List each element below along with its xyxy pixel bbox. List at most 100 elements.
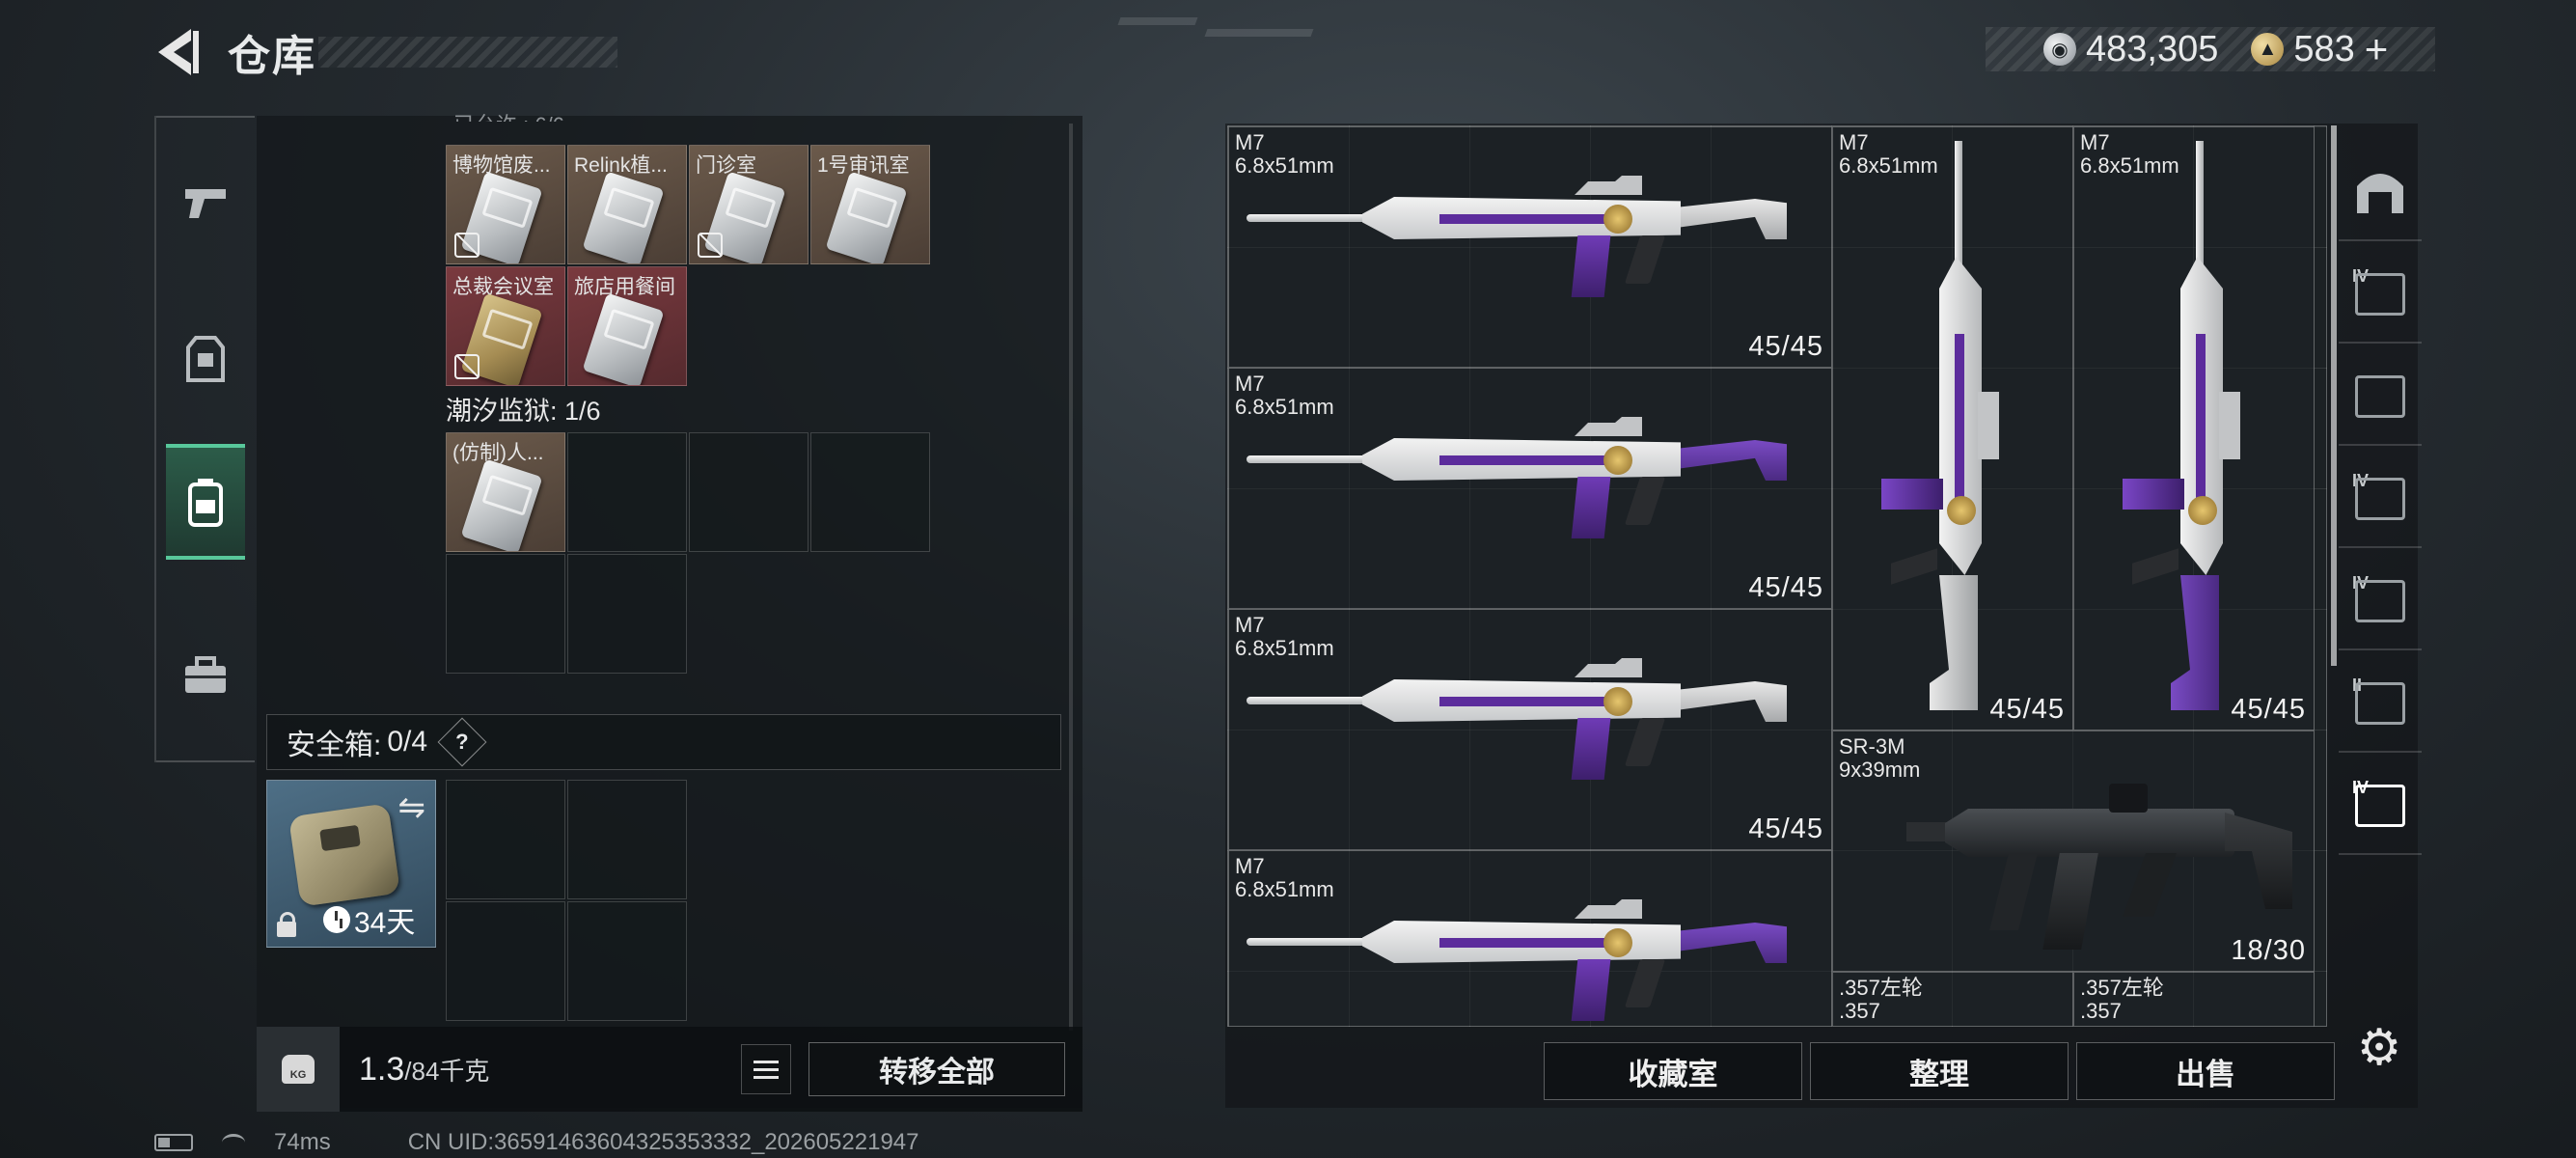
filter-tier-iv-gun-rack[interactable]: IV — [2339, 758, 2422, 855]
clock-icon — [323, 906, 350, 933]
armor-storage-icon — [2355, 273, 2405, 316]
silver-coin-icon: ◉ — [2043, 33, 2076, 66]
empty-slot[interactable] — [567, 554, 687, 674]
no-drop-icon — [454, 354, 480, 379]
item-label: 1号审讯室 — [817, 154, 910, 177]
rail-backpack[interactable] — [166, 444, 245, 560]
weight-icon-text: KG — [282, 1055, 315, 1084]
rail-armor[interactable] — [166, 301, 245, 417]
keycard-item[interactable]: 1号审讯室 — [810, 145, 930, 264]
sell-button[interactable]: 出售 — [2076, 1042, 2335, 1100]
currency-bar: ◉ 483,305 ▲ 583 + — [1986, 26, 2435, 72]
back-button[interactable] — [154, 27, 203, 77]
keycard-icon — [460, 458, 543, 551]
silver-amount: 483,305 — [2086, 28, 2219, 69]
keycard-item[interactable]: Relink植... — [567, 145, 687, 264]
list-view-button[interactable] — [741, 1044, 791, 1094]
gear-icon: ⚙ — [2356, 1020, 2402, 1076]
no-drop-icon — [454, 233, 480, 258]
empty-slot[interactable] — [446, 554, 565, 674]
collection-button[interactable]: 收藏室 — [1544, 1042, 1802, 1100]
weapon-item[interactable]: M7 6.8x51mm 45/45 — [1228, 609, 1832, 850]
no-drop-icon — [698, 233, 723, 258]
swap-icon[interactable]: ⇋ — [398, 788, 426, 827]
category-rail — [154, 116, 255, 762]
ammo-count: 45/45 — [1748, 572, 1823, 603]
keycard-icon — [582, 292, 665, 385]
toolbox-icon — [185, 656, 226, 693]
safe-slot[interactable] — [446, 901, 565, 1021]
storage-scrollbar[interactable] — [1069, 124, 1073, 1031]
rifle-icon — [1247, 417, 1806, 552]
filter-all[interactable] — [2339, 145, 2422, 241]
folder-storage-icon — [2355, 580, 2405, 622]
title-stripe — [318, 37, 617, 68]
keycard-item[interactable]: (仿制)人... — [446, 432, 565, 552]
weapon-item[interactable]: M7 6.8x51mm 45/45 — [1228, 368, 1832, 609]
weapon-item[interactable]: M7 6.8x51mm 45/45 — [2073, 126, 2315, 731]
safe-box-label: 安全箱: — [287, 730, 382, 761]
weight-text: 1.3/84千克 — [359, 1051, 489, 1089]
filter-warning[interactable] — [2339, 349, 2422, 446]
keycard-item[interactable]: 博物馆废... — [446, 145, 565, 264]
ammo-count: 45/45 — [1748, 813, 1823, 844]
wifi-icon — [222, 1134, 245, 1151]
empty-slot[interactable] — [810, 432, 930, 552]
weapon-item[interactable]: M7 6.8x51mm 45/45 — [1228, 126, 1832, 368]
item-label: 门诊室 — [696, 154, 756, 177]
weight-current: 1.3 — [359, 1050, 405, 1088]
settings-button[interactable]: ⚙ — [2350, 1019, 2408, 1077]
weapon-item[interactable]: M7 6.8x51mm 45/45 — [1832, 126, 2073, 731]
transfer-all-button[interactable]: 转移全部 — [808, 1042, 1065, 1096]
keycard-item[interactable]: 旅店用餐间 — [567, 266, 687, 386]
storage-filter-rail: IV IV IV II IV — [2339, 116, 2422, 1023]
safe-slot[interactable] — [567, 901, 687, 1021]
item-label: 总裁会议室 — [452, 276, 554, 298]
safe-slot[interactable] — [446, 780, 565, 899]
ammo-count: 18/30 — [2231, 935, 2306, 966]
gold-coin-icon: ▲ — [2251, 33, 2285, 66]
weapon-name: M7 6.8x51mm — [1235, 372, 1334, 419]
ammo-count: 45/45 — [2231, 694, 2306, 725]
weapon-storage-icon — [2355, 478, 2405, 520]
weapon-item[interactable]: SR-3M 9x39mm 18/30 — [1832, 731, 2315, 972]
weight-max: /84千克 — [404, 1056, 490, 1086]
filter-tier-iv-folder[interactable]: IV — [2339, 554, 2422, 650]
vault-icon — [2357, 174, 2403, 213]
filter-tier-ii-medical[interactable]: II — [2339, 656, 2422, 753]
warning-storage-icon — [2355, 375, 2405, 418]
safe-box-slot[interactable]: ⇋ 34天 — [266, 780, 436, 948]
weapon-scrollbar[interactable] — [2331, 125, 2337, 666]
keycard-icon — [582, 171, 665, 263]
keycard-item[interactable]: 总裁会议室 — [446, 266, 565, 386]
weapon-name: M7 6.8x51mm — [1235, 613, 1334, 660]
filter-tier-iv-armor[interactable]: IV — [2339, 247, 2422, 344]
rifle-icon — [2123, 141, 2240, 720]
pistol-icon — [185, 189, 226, 218]
expiry-timer: 34天 — [323, 898, 415, 941]
battery-icon — [154, 1134, 193, 1151]
empty-slot[interactable] — [567, 432, 687, 552]
keycard-icon — [825, 171, 908, 263]
safe-slot[interactable] — [567, 780, 687, 899]
section-label: 潮汐监狱: 1/6 — [446, 397, 601, 426]
weapon-item[interactable]: .357左轮 .357 — [1832, 972, 2073, 1026]
safe-box-header: 安全箱: 0/4 ? — [266, 714, 1061, 770]
weapon-name: .357左轮 .357 — [2080, 976, 2164, 1023]
lock-icon — [277, 912, 296, 937]
weapon-item[interactable]: .357左轮 .357 — [2073, 972, 2315, 1026]
empty-slot[interactable] — [689, 432, 808, 552]
item-label: Relink植... — [574, 154, 668, 177]
add-currency-button[interactable]: + — [2365, 26, 2389, 72]
keycard-item[interactable]: 门诊室 — [689, 145, 808, 264]
medical-storage-icon — [2355, 682, 2405, 725]
weapon-grid[interactable]: M7 6.8x51mm 45/45 M7 6.8x51mm 45/45 M7 6.8x… — [1227, 125, 2327, 1027]
help-icon[interactable]: ? — [437, 717, 487, 767]
rail-toolbox[interactable] — [166, 618, 245, 733]
weapon-item[interactable]: M7 6.8x51mm — [1228, 850, 1832, 1026]
filter-tier-iv-weapon[interactable]: IV — [2339, 452, 2422, 548]
organize-button[interactable]: 整理 — [1810, 1042, 2069, 1100]
rail-weapons[interactable] — [166, 145, 245, 261]
rifle-icon — [1247, 658, 1806, 793]
safe-box-icon — [288, 803, 401, 907]
